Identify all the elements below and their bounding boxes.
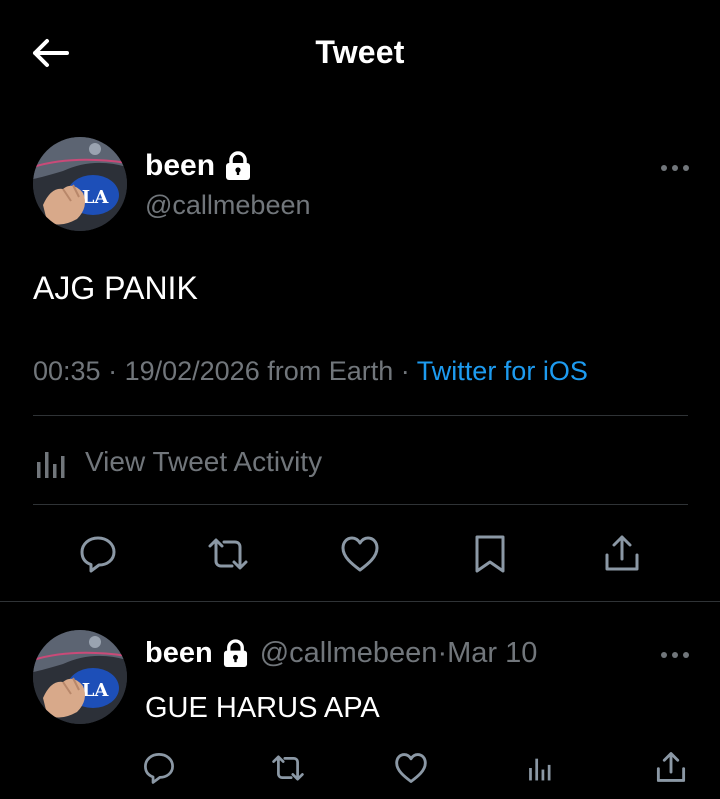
bookmark-button[interactable] bbox=[468, 532, 512, 576]
reply-button[interactable] bbox=[141, 748, 177, 788]
analytics-icon bbox=[37, 452, 65, 478]
retweet-icon bbox=[272, 755, 304, 781]
share-icon bbox=[656, 752, 686, 782]
meta-separator: · bbox=[100, 356, 125, 386]
tweet-time: 00:35 bbox=[33, 356, 101, 386]
reply-date[interactable]: Mar 10 bbox=[447, 637, 537, 670]
reply-button[interactable] bbox=[76, 532, 120, 576]
top-bar: Tweet bbox=[0, 0, 720, 108]
avatar[interactable]: LA bbox=[33, 137, 127, 231]
more-icon bbox=[661, 652, 689, 658]
tweet-location: from Earth bbox=[267, 356, 394, 386]
author-handle[interactable]: @callmebeen bbox=[145, 190, 311, 221]
retweet-icon bbox=[208, 538, 248, 570]
view-tweet-activity-button[interactable]: View Tweet Activity bbox=[33, 440, 322, 484]
reply-author-name[interactable]: been bbox=[145, 637, 213, 670]
tweet-meta: 00:35 · 19/02/2026 from Earth · Twitter … bbox=[33, 356, 588, 387]
like-button[interactable] bbox=[338, 532, 382, 576]
tweet-text: AJG PANIK bbox=[33, 270, 198, 306]
like-icon bbox=[395, 753, 427, 783]
avatar[interactable]: LA bbox=[33, 630, 127, 724]
more-options-button[interactable] bbox=[658, 645, 692, 665]
svg-text:LA: LA bbox=[82, 680, 110, 701]
like-icon bbox=[341, 536, 379, 572]
divider bbox=[0, 601, 720, 602]
author-name[interactable]: been bbox=[145, 149, 251, 183]
more-icon bbox=[661, 165, 689, 171]
analytics-icon bbox=[529, 758, 551, 781]
svg-text:LA: LA bbox=[82, 187, 110, 208]
retweet-button[interactable] bbox=[206, 532, 250, 576]
meta-separator: · bbox=[393, 356, 417, 386]
like-button[interactable] bbox=[393, 748, 429, 788]
divider bbox=[33, 504, 688, 505]
tweet-date: 19/02/2026 bbox=[124, 356, 260, 386]
retweet-button[interactable] bbox=[268, 748, 308, 788]
share-icon bbox=[605, 535, 639, 571]
share-button[interactable] bbox=[652, 746, 690, 788]
reply-icon bbox=[144, 753, 174, 784]
share-button[interactable] bbox=[600, 530, 644, 576]
tweet-source-link[interactable]: Twitter for iOS bbox=[417, 356, 588, 386]
page-title: Tweet bbox=[315, 34, 405, 70]
lock-icon bbox=[223, 639, 247, 667]
reply-separator: · bbox=[437, 637, 448, 669]
reply-icon bbox=[80, 536, 116, 573]
divider bbox=[33, 415, 688, 416]
lock-icon bbox=[226, 151, 251, 180]
more-options-button[interactable] bbox=[658, 158, 692, 178]
bookmark-icon bbox=[475, 535, 505, 573]
reply-text: GUE HARUS APA bbox=[145, 692, 380, 724]
analytics-button[interactable] bbox=[522, 748, 558, 788]
author-name-text: been bbox=[145, 149, 216, 182]
reply-header: been @callmebeen · Mar 10 bbox=[145, 637, 537, 670]
reply-author-handle[interactable]: @callmebeen bbox=[260, 637, 438, 670]
activity-label: View Tweet Activity bbox=[85, 446, 323, 477]
